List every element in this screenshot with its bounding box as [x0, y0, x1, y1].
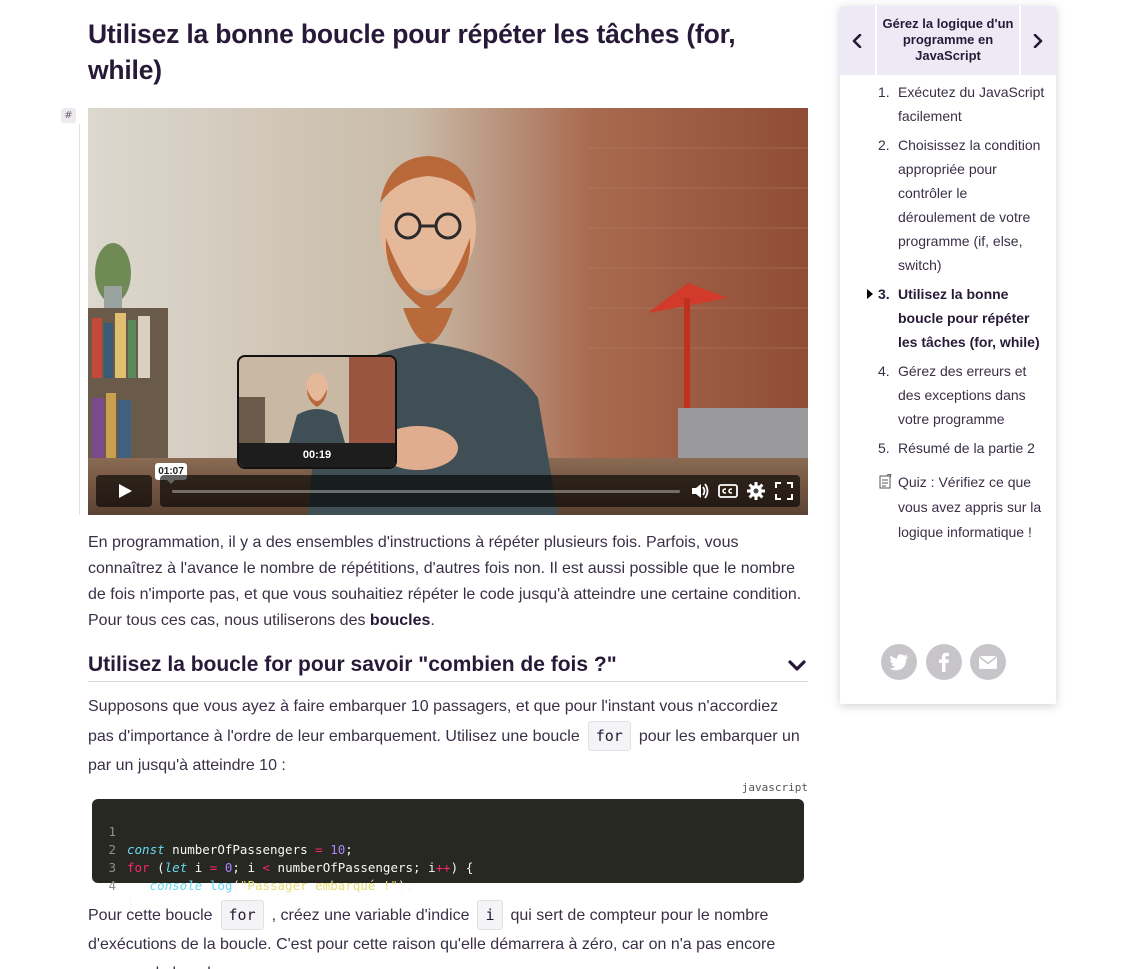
- play-icon: [119, 484, 132, 498]
- code-line: 3 console.log("Passager embarqué !");: [92, 841, 804, 893]
- intro-text: En programmation, il y a des ensembles d…: [88, 534, 802, 629]
- chapter-number: 1.: [878, 84, 890, 100]
- code-token: .: [202, 878, 210, 893]
- code-token: log: [209, 878, 233, 893]
- email-icon: [979, 656, 997, 669]
- chapter-number: 4.: [878, 363, 890, 379]
- settings-icon[interactable]: [746, 481, 766, 501]
- chapter-number: 3.: [878, 286, 890, 302]
- facebook-icon: [939, 652, 949, 672]
- chapter-item-2[interactable]: 2. Choisissez la condition appropriée pou…: [870, 133, 1046, 277]
- chevron-down-icon[interactable]: [788, 660, 806, 672]
- code-block[interactable]: 1 const numberOfPassengers = 10; 2 for (…: [92, 799, 804, 911]
- paragraph-for-explanation: Pour cette boucle for , créez une variable…: [88, 900, 808, 969]
- chevron-right-icon: [1033, 34, 1043, 48]
- code-token: "Passager embarqué !": [239, 878, 398, 893]
- line-number: 4: [108, 878, 116, 893]
- share-facebook-button[interactable]: [926, 644, 962, 680]
- scrub-preview: 00:19: [237, 355, 397, 469]
- paragraph-text: , créez une variable d'indice: [271, 907, 470, 924]
- fullscreen-icon[interactable]: [774, 481, 794, 501]
- chapter-list: 1. Exécutez du JavaScript facilement 2. Ch…: [867, 80, 1046, 550]
- current-caret-icon: [867, 289, 873, 299]
- video-player[interactable]: 00:19 01:07: [88, 108, 808, 515]
- paragraph-text: Pour cette boucle: [88, 907, 213, 924]
- sidebar-header: Gérez la logique d'un programme en JavaS…: [840, 6, 1056, 75]
- quiz-item[interactable]: Quiz : Vérifiez ce que vous avez appris …: [870, 470, 1046, 545]
- code-token: );: [397, 878, 414, 893]
- chapter-item-1[interactable]: 1. Exécutez du JavaScript facilement: [870, 80, 1046, 128]
- chapter-number: 5.: [878, 440, 890, 456]
- share-twitter-button[interactable]: [881, 644, 917, 680]
- code-token: (: [232, 878, 240, 893]
- inline-code-for: for: [587, 721, 631, 751]
- share-email-button[interactable]: [970, 644, 1006, 680]
- chapter-item-4[interactable]: 4. Gérez des erreurs et des exceptions da…: [870, 359, 1046, 431]
- code-language-label: javascript: [741, 781, 808, 794]
- code-line: 2 for (let i = 0; i < numberOfPassengers…: [92, 823, 804, 875]
- code-line: 4 }: [92, 859, 804, 911]
- preview-time: 00:19: [302, 449, 332, 461]
- chevron-left-icon: [852, 34, 862, 48]
- intro-paragraph: En programmation, il y a des ensembles d…: [88, 530, 808, 634]
- quiz-label: Quiz : Vérifiez ce que vous avez appris …: [898, 474, 1042, 540]
- video-frame-illustration: [88, 108, 808, 515]
- chapter-item-5[interactable]: 5. Résumé de la partie 2: [870, 436, 1046, 460]
- code-token: console: [149, 878, 203, 893]
- chapter-number: 2.: [878, 137, 890, 153]
- section-heading-for-loop[interactable]: Utilisez la boucle for pour savoir "comb…: [88, 652, 808, 682]
- next-chapter-button[interactable]: [1021, 6, 1056, 75]
- inline-code-for: for: [220, 900, 264, 930]
- quiz-icon: [879, 474, 892, 489]
- twitter-icon: [889, 654, 908, 671]
- code-line: 1 const numberOfPassengers = 10;: [92, 805, 804, 857]
- volume-icon[interactable]: [690, 481, 710, 501]
- gutter-divider: [79, 124, 80, 515]
- anchor-link-icon[interactable]: #: [61, 108, 76, 123]
- page-title: Utilisez la bonne boucle pour répéter le…: [88, 19, 736, 85]
- video-control-bar: [160, 475, 800, 507]
- sidebar-course-title[interactable]: Gérez la logique d'un programme en JavaS…: [877, 6, 1019, 75]
- previous-chapter-button[interactable]: [840, 6, 875, 75]
- captions-icon[interactable]: [718, 481, 738, 501]
- progress-bar[interactable]: [172, 490, 680, 493]
- intro-bold-term: boucles: [369, 612, 431, 629]
- chapter-item-3-current[interactable]: 3. Utilisez la bonne boucle pour répéter …: [867, 282, 1046, 354]
- intro-end: .: [430, 612, 435, 629]
- play-button[interactable]: [96, 475, 152, 507]
- paragraph-for-intro: Supposons que vous ayez à faire embarque…: [88, 692, 808, 780]
- section-heading-text: Utilisez la boucle for pour savoir "comb…: [88, 653, 617, 676]
- inline-code-i: i: [477, 900, 503, 930]
- course-sidebar: Gérez la logique d'un programme en JavaS…: [840, 6, 1056, 704]
